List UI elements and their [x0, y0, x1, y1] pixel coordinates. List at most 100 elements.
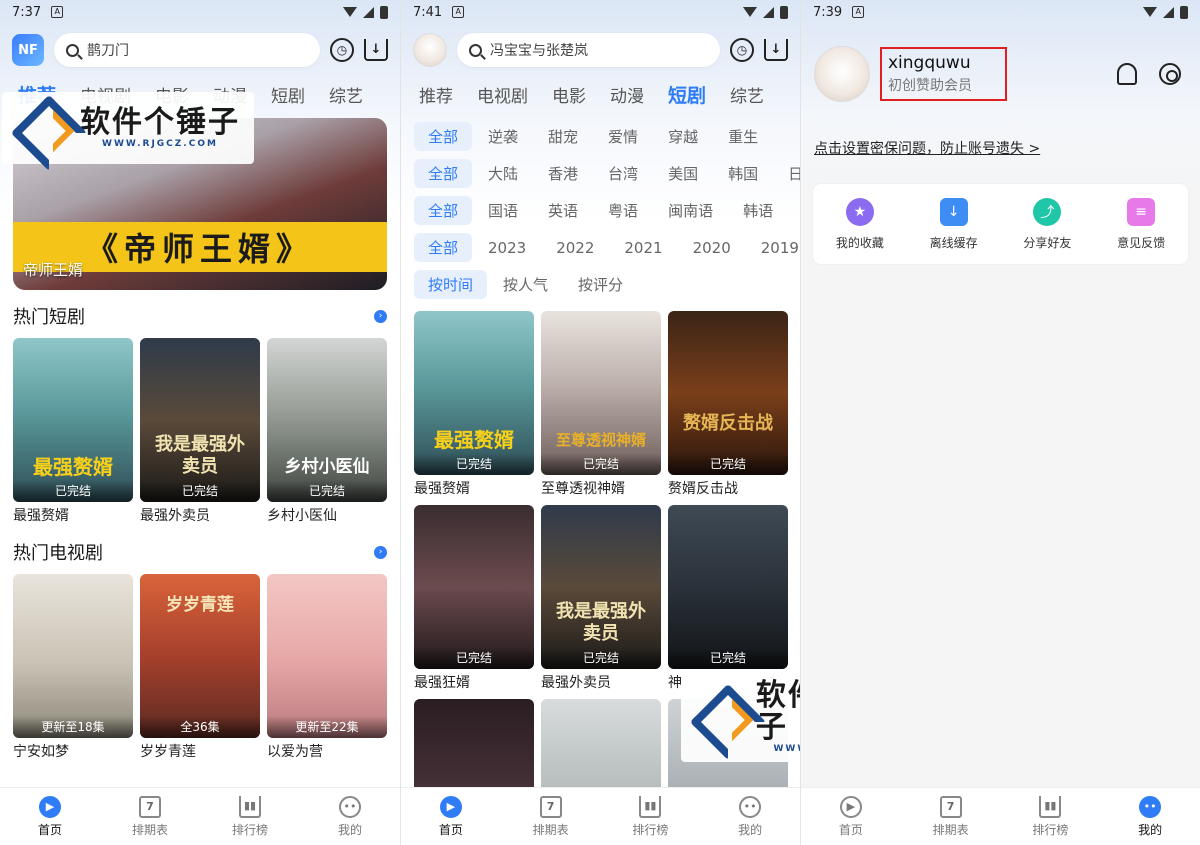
nav-ranking[interactable]: ▮▮ 排行榜 [200, 788, 300, 845]
filter-chip[interactable]: 闽南语 [654, 196, 727, 225]
bear-icon: •• [1139, 795, 1162, 818]
filter-chip[interactable]: 韩国 [714, 159, 772, 188]
settings-icon[interactable] [1159, 63, 1181, 85]
poster-art-text: 最强赘婿 [434, 428, 514, 452]
tab-movie[interactable]: 电影 [540, 82, 598, 107]
quick-feedback[interactable]: ≡ 意见反馈 [1094, 197, 1188, 251]
search-input[interactable]: 鹊刀门 [54, 33, 320, 67]
calendar-icon: 7 [539, 795, 562, 818]
poster-card[interactable]: 最强赘婿 已完结 最强赘婿 [414, 311, 534, 497]
poster-title: 乡村小医仙 [267, 508, 337, 524]
nav-schedule[interactable]: 7 排期表 [501, 788, 601, 845]
poster-card[interactable]: 更新至22集 以爱为营 [267, 574, 387, 760]
nav-mine[interactable]: •• 我的 [300, 788, 400, 845]
filter-chip[interactable]: 粤语 [594, 196, 652, 225]
filter-chip[interactable]: 2022 [542, 235, 608, 261]
tab-short-drama[interactable]: 短剧 [656, 81, 718, 112]
quick-share[interactable]: ⤴ 分享好友 [1001, 197, 1095, 251]
tab-tv[interactable]: 电视剧 [465, 82, 540, 107]
poster-title: 至尊透视神婿 [541, 481, 625, 497]
filter-chip[interactable]: 按人气 [489, 270, 562, 299]
nav-label: 首页 [838, 822, 863, 837]
bottom-nav: ▶ 首页 7 排期表 ▮▮ 排行榜 •• 我的 [801, 787, 1200, 845]
quick-label: 离线缓存 [929, 235, 978, 250]
filter-chip[interactable]: 大陆 [474, 159, 532, 188]
filter-chip[interactable]: 日语 [789, 196, 800, 225]
poster-card[interactable]: 赘婿反击战 已完结 赘婿反击战 [668, 311, 788, 497]
poster-card[interactable]: 已完结 神 [668, 505, 788, 691]
filter-chip[interactable]: 2021 [610, 235, 676, 261]
filter-chip[interactable]: 日本 [774, 159, 800, 188]
tab-recommend[interactable]: 推荐 [407, 82, 465, 107]
nav-label: 排行榜 [632, 822, 669, 837]
filter-chip[interactable]: 逆袭 [474, 122, 532, 151]
filter-chip[interactable]: 2019 [747, 235, 800, 261]
security-tip-link[interactable]: 点击设置密保问题，防止账号遗失 > [801, 138, 1200, 158]
nav-mine[interactable]: •• 我的 [1100, 788, 1200, 845]
nav-home[interactable]: ▶ 首页 [401, 788, 501, 845]
poster-card[interactable]: 我是最强外卖员 已完结 最强外卖员 [541, 505, 661, 691]
poster-card[interactable]: 乡村小医仙 已完结 乡村小医仙 [267, 338, 387, 524]
filter-chip[interactable]: 全部 [414, 159, 473, 188]
tab-variety[interactable]: 综艺 [718, 82, 776, 107]
short-drama-screen: 7:41 A 冯宝宝与张楚岚 ◷ ↓ 推荐 电视剧 电影 动漫 短剧 综艺 全部… [400, 0, 800, 845]
nav-schedule[interactable]: 7 排期表 [100, 788, 200, 845]
bell-icon[interactable] [1117, 63, 1137, 85]
nav-home[interactable]: ▶ 首页 [0, 788, 100, 845]
watermark: 软件个锤子 WWW.RJGCZ.COM [681, 672, 800, 762]
filter-chip[interactable]: 甜宠 [534, 122, 592, 151]
poster-card[interactable]: 至尊透视神婿 已完结 至尊透视神婿 [541, 311, 661, 497]
filter-chip[interactable]: 全部 [414, 122, 473, 151]
poster-row: 最强赘婿 已完结 最强赘婿 至尊透视神婿 已完结 至尊透视神婿 赘婿反击战 已完… [401, 311, 800, 497]
history-icon[interactable]: ◷ [330, 38, 354, 62]
tab-anime[interactable]: 动漫 [598, 82, 656, 107]
poster-card[interactable]: 已完结 最强狂婿 [414, 505, 534, 691]
filter-chip[interactable]: 爱情 [594, 122, 652, 151]
filter-chip[interactable]: 按评分 [564, 270, 637, 299]
download-icon[interactable]: ↓ [764, 39, 788, 61]
download-icon[interactable]: ↓ [364, 39, 388, 61]
filter-chip[interactable]: 国语 [474, 196, 532, 225]
tab-variety[interactable]: 综艺 [317, 82, 375, 107]
poster-title: 以爱为营 [267, 744, 323, 760]
filter-chip[interactable]: 全部 [414, 196, 473, 225]
quick-offline-cache[interactable]: ↓ 离线缓存 [907, 197, 1001, 251]
poster-card[interactable]: 我是最强外卖员 已完结 最强外卖员 [140, 338, 260, 524]
avatar[interactable] [413, 33, 447, 67]
filter-chip[interactable]: 美国 [654, 159, 712, 188]
quick-label: 意见反馈 [1117, 235, 1166, 250]
nav-mine[interactable]: •• 我的 [700, 788, 800, 845]
battery-icon [1180, 5, 1188, 19]
filter-chip[interactable]: 按时间 [414, 270, 488, 299]
filter-chip[interactable]: 英语 [534, 196, 592, 225]
filter-chip[interactable]: 穿越 [654, 122, 712, 151]
nav-schedule[interactable]: 7 排期表 [901, 788, 1001, 845]
nav-ranking[interactable]: ▮▮ 排行榜 [1001, 788, 1101, 845]
poster-card[interactable]: 更新至18集 宁安如梦 [13, 574, 133, 760]
status-badge: 已完结 [541, 453, 661, 475]
filter-chip[interactable]: 台湾 [594, 159, 652, 188]
more-icon[interactable]: › [374, 309, 387, 323]
filter-chip[interactable]: 全部 [414, 233, 473, 262]
nav-ranking[interactable]: ▮▮ 排行榜 [601, 788, 701, 845]
filter-chip[interactable]: 香港 [534, 159, 592, 188]
search-input[interactable]: 冯宝宝与张楚岚 [457, 33, 720, 67]
bottom-nav: ▶ 首页 7 排期表 ▮▮ 排行榜 •• 我的 [0, 787, 400, 845]
filter-row-year: 全部 2023 2022 2021 2020 2019 [401, 229, 800, 266]
poster-card[interactable]: 最强赘婿 已完结 最强赘婿 [13, 338, 133, 524]
nav-home[interactable]: ▶ 首页 [801, 788, 901, 845]
filter-chip[interactable]: 2020 [679, 235, 745, 261]
filter-chip[interactable]: 2023 [474, 235, 540, 261]
app-logo[interactable]: NF [12, 34, 44, 66]
more-icon[interactable]: › [374, 545, 387, 559]
star-icon: ★ [845, 197, 874, 226]
tab-short-drama[interactable]: 短剧 [259, 82, 317, 107]
filter-chip[interactable]: 重生 [714, 122, 772, 151]
filter-chip[interactable]: 韩语 [729, 196, 787, 225]
poster-card[interactable]: 岁岁青莲 全36集 岁岁青莲 [140, 574, 260, 760]
quick-favorites[interactable]: ★ 我的收藏 [813, 197, 907, 251]
nav-label: 我的 [738, 822, 763, 837]
category-tabs: 推荐 电视剧 电影 动漫 短剧 综艺 [401, 76, 800, 112]
avatar[interactable] [814, 46, 870, 102]
history-icon[interactable]: ◷ [730, 38, 754, 62]
